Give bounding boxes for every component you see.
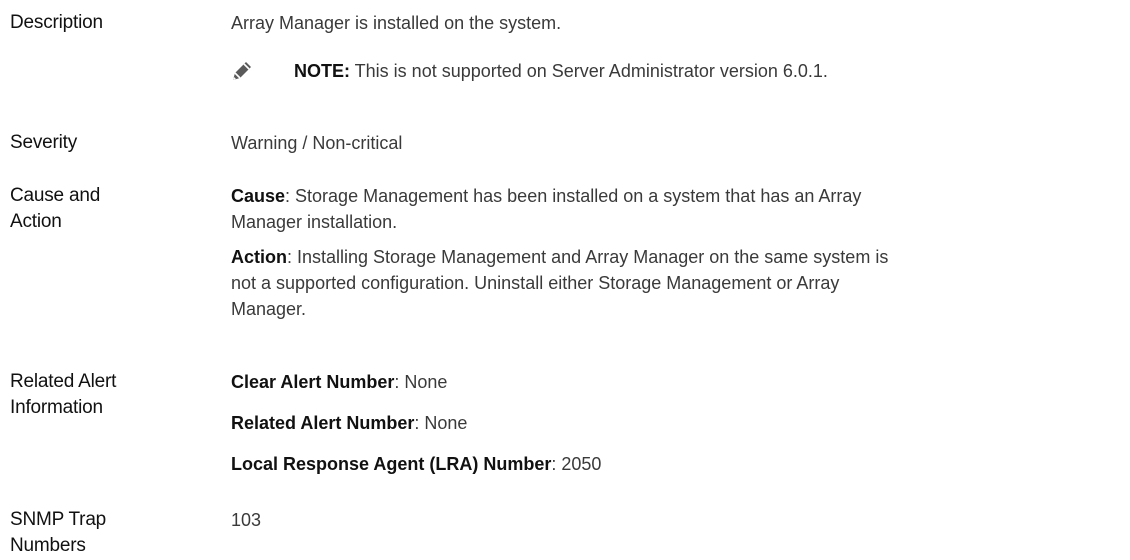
note-text: NOTE: This is not supported on Server Ad… (294, 58, 828, 84)
related-alert-label: Related Alert Information (10, 369, 210, 421)
cause-block: Cause: Storage Management has been insta… (231, 183, 1111, 235)
related-alert-value: : None (414, 413, 468, 433)
description-text: Array Manager is installed on the system… (231, 13, 562, 33)
snmp-label-line1: SNMP Trap (10, 509, 107, 530)
action-block: Action: Installing Storage Management an… (231, 244, 1111, 322)
related-alert-line: Related Alert Number: None (231, 410, 1111, 436)
pencil-note-icon (231, 60, 253, 82)
note-box: NOTE: This is not supported on Server Ad… (231, 58, 1111, 92)
description-label: Description (10, 12, 103, 33)
severity-text: Warning / Non-critical (231, 133, 403, 153)
cause-action-label: Cause and Action (10, 183, 210, 235)
clear-alert-term: Clear Alert Number (231, 372, 395, 392)
clear-alert-value: : None (394, 372, 448, 392)
cause-action-label-line1: Cause and (10, 185, 101, 206)
snmp-value: 103 (231, 510, 262, 530)
lra-value: : 2050 (551, 454, 602, 474)
note-label: NOTE: (294, 61, 350, 81)
related-alert-term: Related Alert Number (231, 413, 415, 433)
lra-term: Local Response Agent (LRA) Number (231, 454, 552, 474)
cause-term: Cause (231, 186, 286, 206)
cause-action-label-line2: Action (10, 211, 62, 232)
severity-label: Severity (10, 132, 78, 153)
action-text-3: Manager. (231, 299, 307, 319)
snmp-label-line2: Numbers (10, 535, 86, 556)
related-alert-label-line2: Information (10, 397, 103, 418)
related-alert-label-line1: Related Alert (10, 371, 117, 392)
action-term: Action (231, 247, 287, 267)
clear-alert-line: Clear Alert Number: None (231, 369, 1111, 395)
cause-text-2: Manager installation. (231, 212, 398, 232)
action-text-2: not a supported configuration. Uninstall… (231, 273, 840, 293)
note-body: This is not supported on Server Administ… (350, 61, 828, 81)
lra-line: Local Response Agent (LRA) Number: 2050 (231, 451, 1111, 477)
cause-text: : Storage Management has been installed … (285, 186, 862, 206)
action-text: : Installing Storage Management and Arra… (287, 247, 889, 267)
snmp-label: SNMP Trap Numbers (10, 507, 210, 559)
